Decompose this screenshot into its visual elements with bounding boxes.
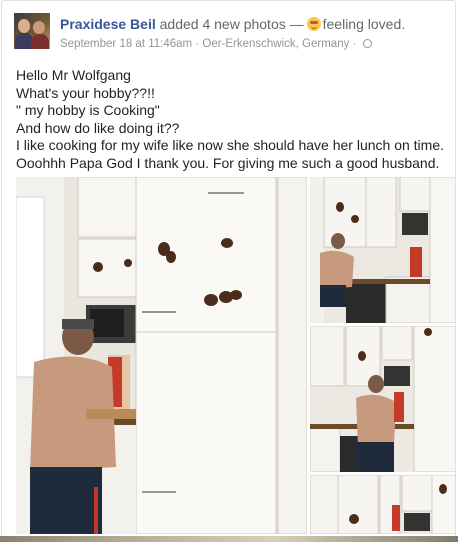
post-text-line: " my hobby is Cooking" [16,102,160,119]
photo-grid [16,177,455,537]
location-link[interactable]: Oer-Erkenschwick, Germany [202,38,349,50]
post-timestamp-link[interactable]: September 18 at 11:46am [60,38,192,50]
post-message: Hello Mr Wolfgang What's your hobby??!! … [16,67,446,173]
author-avatar[interactable] [14,13,50,49]
feeling-text: feeling loved. [322,16,406,32]
post-text-line: What's your hobby??!! [16,84,155,101]
post-card: Praxidese Beil added 4 new photos — feeli… [1,0,456,540]
post-action-text: added 4 new photos — [159,16,304,32]
post-text-line: And how do like doing it?? [16,119,180,136]
post-title-line: Praxidese Beil added 4 new photos — feeli… [60,16,405,32]
photo-3[interactable] [310,326,455,472]
post-text-line: Ooohhh Papa God I thank you. For giving … [16,154,440,171]
post-text-line: I like cooking for my wife like now she … [16,137,444,154]
meta-separator: · [195,38,200,50]
photo-4[interactable] [310,475,455,534]
photo-main[interactable] [16,177,307,534]
globe-icon[interactable] [362,39,372,48]
page-bottom-strip [0,536,458,542]
post-header: Praxidese Beil added 4 new photos — feeli… [14,13,444,57]
meta-separator-2: · [352,38,357,50]
post-text-line: Hello Mr Wolfgang [16,67,131,83]
author-name-link[interactable]: Praxidese Beil [60,16,156,32]
smiling-face-emoji-icon [306,17,321,31]
photo-2[interactable] [310,177,455,323]
post-meta-line: September 18 at 11:46am · Oer-Erkenschwi… [60,38,372,50]
